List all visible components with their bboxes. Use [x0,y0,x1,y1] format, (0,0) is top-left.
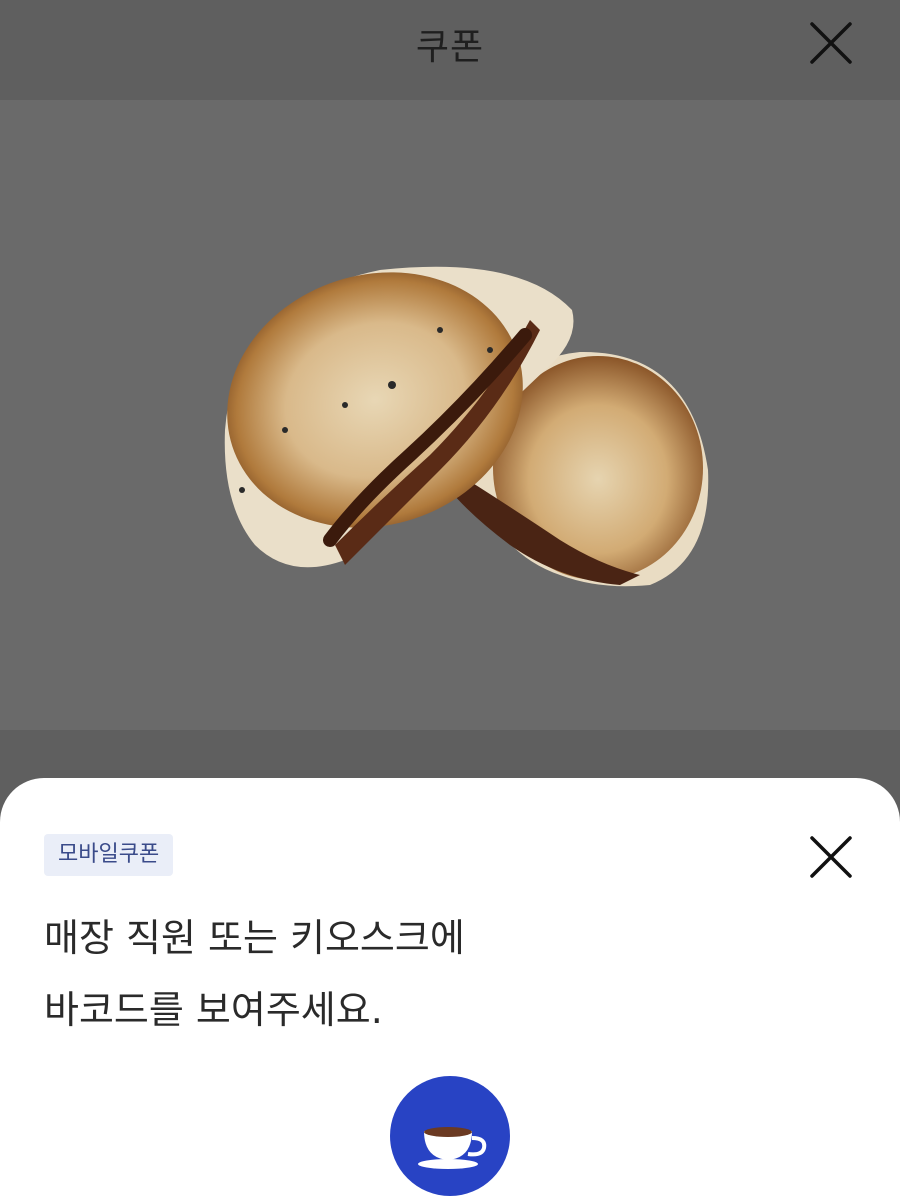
bottom-sheet: 모바일쿠폰 매장 직원 또는 키오스크에 바코드를 보여주세요. [0,778,900,1200]
close-icon[interactable] [808,834,854,880]
top-bar: 쿠폰 [0,0,900,100]
close-icon[interactable] [808,20,854,66]
page-title: 쿠폰 [415,27,485,68]
instruction-line-1: 매장 직원 또는 키오스크에 [44,916,465,960]
coffee-cup-icon [390,1076,510,1196]
instruction-line-2: 바코드를 보여주세요. [44,988,383,1032]
mobile-coupon-badge: 모바일쿠폰 [44,834,174,876]
instruction-message: 매장 직원 또는 키오스크에 바코드를 보여주세요. [44,902,804,1046]
hotteok-photo [224,266,709,587]
product-image [0,100,900,730]
